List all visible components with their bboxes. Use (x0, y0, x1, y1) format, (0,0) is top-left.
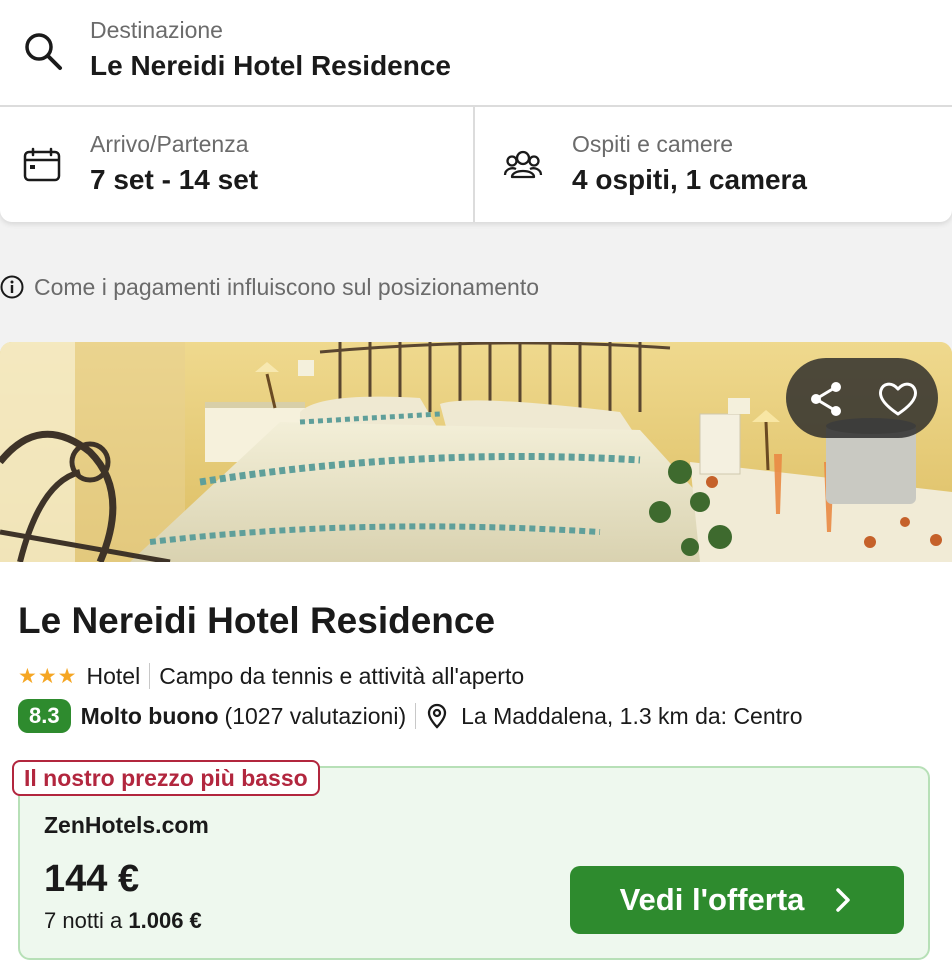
view-offer-label: Vedi l'offerta (619, 882, 805, 917)
chevron-right-icon (836, 888, 851, 912)
guests-value: 4 ospiti, 1 camera (572, 164, 808, 195)
search-icon (25, 33, 62, 70)
nightly-price: 144 € (44, 858, 140, 900)
hotel-title[interactable]: Le Nereidi Hotel Residence (18, 600, 495, 642)
map-pin-icon (427, 703, 447, 729)
nights-prefix: 7 notti a (44, 908, 129, 933)
hotel-card[interactable]: Le Nereidi Hotel Residence ★★★ Hotel Cam… (0, 342, 952, 974)
people-icon (503, 150, 543, 179)
hotel-feature: Campo da tennis e attività all'aperto (159, 662, 525, 689)
calendar-icon (23, 147, 61, 182)
dates-field[interactable]: Arrivo/Partenza 7 set - 14 set (0, 107, 475, 222)
hotel-type: Hotel (86, 662, 141, 689)
total-price: 7 notti a 1.006 € (44, 908, 202, 934)
search-summary-card: Destinazione Le Nereidi Hotel Residence … (0, 0, 952, 222)
destination-value: Le Nereidi Hotel Residence (90, 50, 452, 81)
view-offer-button[interactable]: Vedi l'offerta (570, 866, 904, 934)
hotel-photo[interactable] (0, 342, 952, 562)
info-icon (0, 275, 24, 299)
review-count[interactable]: (1027 valutazioni) (225, 703, 407, 730)
divider (149, 663, 151, 689)
dates-label: Arrivo/Partenza (90, 131, 249, 157)
share-icon[interactable] (806, 378, 848, 420)
rating-label: Molto buono (80, 702, 219, 729)
guests-label: Ospiti e camere (572, 131, 734, 157)
destination-label: Destinazione (90, 17, 223, 43)
lowest-price-badge: Il nostro prezzo più basso (12, 760, 320, 796)
star-rating: ★★★ (18, 664, 78, 688)
deal-provider: ZenHotels.com (44, 812, 209, 838)
payments-ranking-link[interactable]: Come i pagamenti influiscono sul posizio… (0, 272, 539, 302)
photo-actions (786, 358, 938, 438)
divider (415, 703, 417, 729)
destination-field[interactable]: Destinazione Le Nereidi Hotel Residence (0, 0, 952, 107)
payments-note-text: Come i pagamenti influiscono sul posizio… (34, 273, 540, 300)
heart-icon[interactable] (877, 378, 919, 420)
hotel-rating-location: 8.3 Molto buono (1027 valutazioni) La Ma… (18, 699, 802, 733)
hotel-location[interactable]: La Maddalena, 1.3 km da: Centro (461, 703, 802, 730)
guests-field[interactable]: Ospiti e camere 4 ospiti, 1 camera (475, 107, 952, 222)
hotel-meta: ★★★ Hotel Campo da tennis e attività all… (18, 662, 524, 690)
dates-value: 7 set - 14 set (90, 164, 259, 195)
rating-score-badge: 8.3 (18, 699, 71, 733)
total-amount: 1.006 € (128, 908, 202, 933)
